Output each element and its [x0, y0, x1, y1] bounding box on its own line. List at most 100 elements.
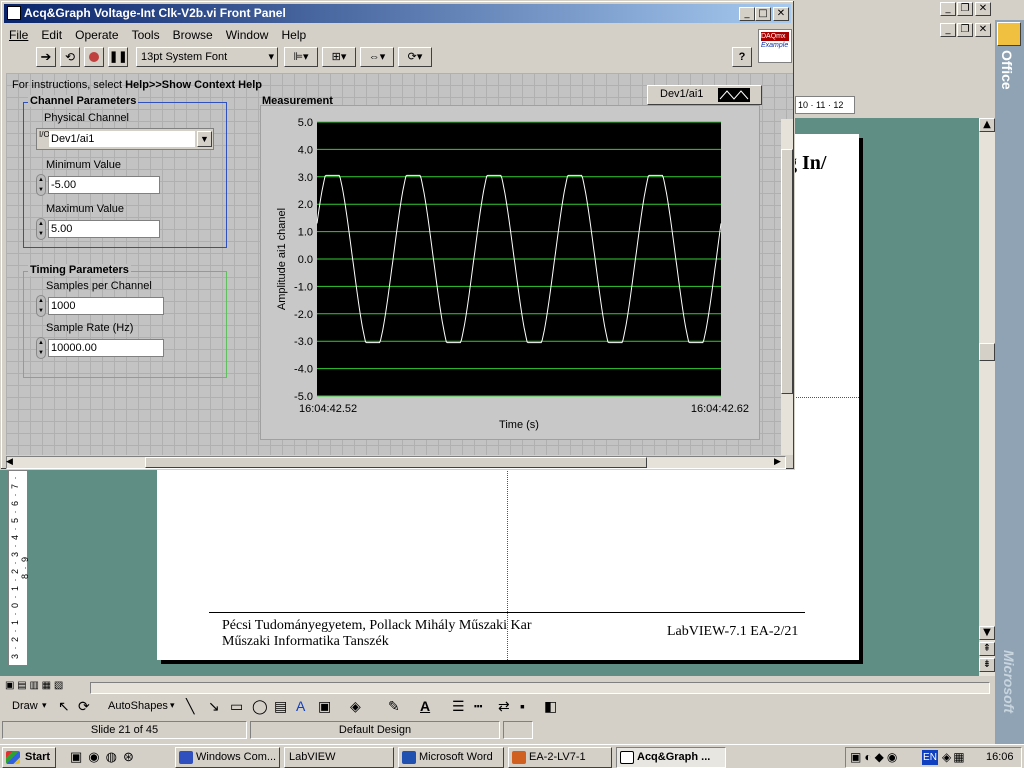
dash-style-icon[interactable]: ┅: [474, 698, 482, 715]
draw-menu[interactable]: Draw: [12, 700, 38, 712]
menu-tools[interactable]: Tools: [127, 25, 165, 45]
font-color-icon[interactable]: A: [420, 698, 430, 714]
scroll-left-icon[interactable]: ◀: [6, 456, 13, 467]
line-color-icon[interactable]: ✎: [388, 698, 400, 715]
min-value-stepper[interactable]: ▲ ▼: [36, 174, 46, 196]
select-arrow-icon[interactable]: ↖: [58, 698, 70, 715]
scroll-right-icon[interactable]: ▶: [774, 456, 781, 467]
physical-channel-control[interactable]: I/O Dev1/ai1 ▼: [36, 128, 214, 150]
menu-edit[interactable]: Edit: [36, 25, 67, 45]
samples-per-channel-field[interactable]: 1000: [48, 297, 164, 315]
close-button[interactable]: ✕: [975, 2, 991, 16]
status-bar: Slide 21 of 45 Default Design: [0, 720, 995, 740]
lv-maximize-button[interactable]: □: [755, 7, 771, 21]
lv-minimize-button[interactable]: _: [739, 7, 755, 21]
scroll-thumb[interactable]: [781, 149, 793, 394]
lv-close-button[interactable]: ✕: [773, 7, 789, 21]
task-windows-commander[interactable]: Windows Com...: [175, 747, 280, 768]
scroll-up-button[interactable]: ▲: [979, 118, 995, 132]
start-button[interactable]: Start: [2, 747, 56, 768]
y-tick-label: 4.0: [298, 144, 313, 156]
windows-logo-icon: [6, 751, 20, 764]
windows-commander-icon: [179, 751, 193, 764]
y-tick-label: -5.0: [294, 391, 313, 403]
pause-icon[interactable]: ❚❚: [108, 47, 128, 67]
doc-minimize-button[interactable]: _: [940, 23, 956, 37]
task-microsoft-word[interactable]: Microsoft Word: [398, 747, 504, 768]
badge-line1: DAQmx: [761, 32, 789, 41]
horizontal-scrollbar[interactable]: ◀ ▶: [6, 456, 786, 469]
tray-icons-2[interactable]: ◈▦: [942, 750, 967, 764]
task-label: EA-2-LV7-1: [529, 751, 586, 763]
vi-icon[interactable]: [7, 6, 21, 20]
textbox-tool-icon[interactable]: ▤: [274, 698, 287, 715]
3d-icon[interactable]: ◧: [544, 698, 557, 715]
scroll-thumb[interactable]: [979, 343, 995, 361]
restore-button[interactable]: ❐: [957, 2, 973, 16]
quick-launch-icons[interactable]: ▣◉◍⊛: [70, 749, 170, 765]
run-continuously-icon[interactable]: ⟲: [60, 47, 80, 67]
y-tick-label: 0.0: [298, 254, 313, 266]
scroll-down-button[interactable]: ▼: [979, 626, 995, 640]
office-icon[interactable]: [997, 22, 1021, 46]
waveform-graph[interactable]: 5.0 4.0 3.0 2.0 1.0 0.0 -1.0 -2.0 -3.0 -4.0 -5.0 16…: [260, 105, 760, 440]
wordart-tool-icon[interactable]: A: [296, 698, 305, 714]
vertical-scrollbar[interactable]: [781, 119, 793, 455]
help-icon[interactable]: ?: [732, 47, 752, 67]
reorder-icon[interactable]: ⟳▾: [398, 47, 432, 67]
status-design: Default Design: [250, 721, 500, 739]
language-indicator[interactable]: EN: [922, 750, 938, 765]
doc-close-button[interactable]: ✕: [975, 23, 991, 37]
oval-tool-icon[interactable]: ◯: [252, 698, 268, 715]
dropdown-arrow-icon: ▾: [268, 51, 274, 63]
menu-file[interactable]: File: [4, 25, 33, 45]
rectangle-tool-icon[interactable]: ▭: [230, 698, 243, 715]
autoshapes-menu[interactable]: AutoShapes: [108, 700, 168, 712]
menu-operate[interactable]: Operate: [70, 25, 123, 45]
task-acq-graph[interactable]: Acq&Graph ...: [616, 747, 726, 768]
font-select[interactable]: 13pt System Font ▾: [136, 47, 278, 67]
instructions: For instructions, select Help>>Show Cont…: [12, 79, 262, 91]
distribute-objects-icon[interactable]: ⊞▾: [322, 47, 356, 67]
sample-rate-stepper[interactable]: ▲ ▼: [36, 337, 46, 359]
instructions-bold: Help>>Show Context Help: [125, 79, 263, 91]
max-value-stepper[interactable]: ▲ ▼: [36, 218, 46, 240]
fill-color-icon[interactable]: ◈: [350, 698, 361, 715]
menu-browse[interactable]: Browse: [168, 25, 218, 45]
vertical-scrollbar[interactable]: ▲ ▼ ⇞ ⇟: [979, 118, 995, 676]
arrow-tool-icon[interactable]: ↘: [208, 698, 220, 715]
window-title[interactable]: Acq&Graph Voltage-Int Clk-V2b.vi Front P…: [4, 4, 791, 23]
resize-objects-icon[interactable]: ⇔▾: [360, 47, 394, 67]
arrow-style-icon[interactable]: ⇄: [498, 698, 510, 715]
max-value-field[interactable]: 5.00: [48, 220, 160, 238]
scroll-thumb[interactable]: [145, 457, 647, 468]
free-rotate-icon[interactable]: ⟳: [78, 698, 90, 715]
task-label: Acq&Graph ...: [637, 751, 711, 763]
sample-rate-field[interactable]: 10000.00: [48, 339, 164, 357]
run-arrow-icon[interactable]: ➔: [36, 47, 56, 67]
abort-button[interactable]: [84, 47, 104, 67]
min-value-field[interactable]: -5.00: [48, 176, 160, 194]
view-buttons[interactable]: ▣ ▤ ▥ ▦ ▧: [5, 680, 85, 694]
shadow-icon[interactable]: ▪: [520, 698, 525, 714]
clipart-tool-icon[interactable]: ▣: [318, 698, 331, 715]
tray-icons[interactable]: ▣◐◆◉: [850, 750, 900, 764]
horizontal-scrollbar[interactable]: [90, 682, 990, 694]
task-label: Windows Com...: [196, 751, 277, 763]
menu-help[interactable]: Help: [276, 25, 311, 45]
task-powerpoint[interactable]: EA-2-LV7-1: [508, 747, 612, 768]
prev-slide-button[interactable]: ⇞: [979, 642, 995, 656]
y-tick-label: 1.0: [298, 227, 313, 239]
doc-restore-button[interactable]: ❐: [957, 23, 973, 37]
line-style-icon[interactable]: ☰: [452, 698, 465, 715]
dropdown-arrow-icon[interactable]: ▼: [197, 131, 212, 147]
align-objects-icon[interactable]: ⊫▾: [284, 47, 318, 67]
physical-channel-value[interactable]: Dev1/ai1: [49, 131, 195, 147]
plot-legend[interactable]: Dev1/ai1: [647, 85, 762, 105]
task-labview[interactable]: LabVIEW: [284, 747, 394, 768]
menu-window[interactable]: Window: [221, 25, 274, 45]
next-slide-button[interactable]: ⇟: [979, 658, 995, 672]
line-tool-icon[interactable]: ╲: [186, 698, 194, 715]
minimize-button[interactable]: _: [940, 2, 956, 16]
samples-stepper[interactable]: ▲ ▼: [36, 295, 46, 317]
